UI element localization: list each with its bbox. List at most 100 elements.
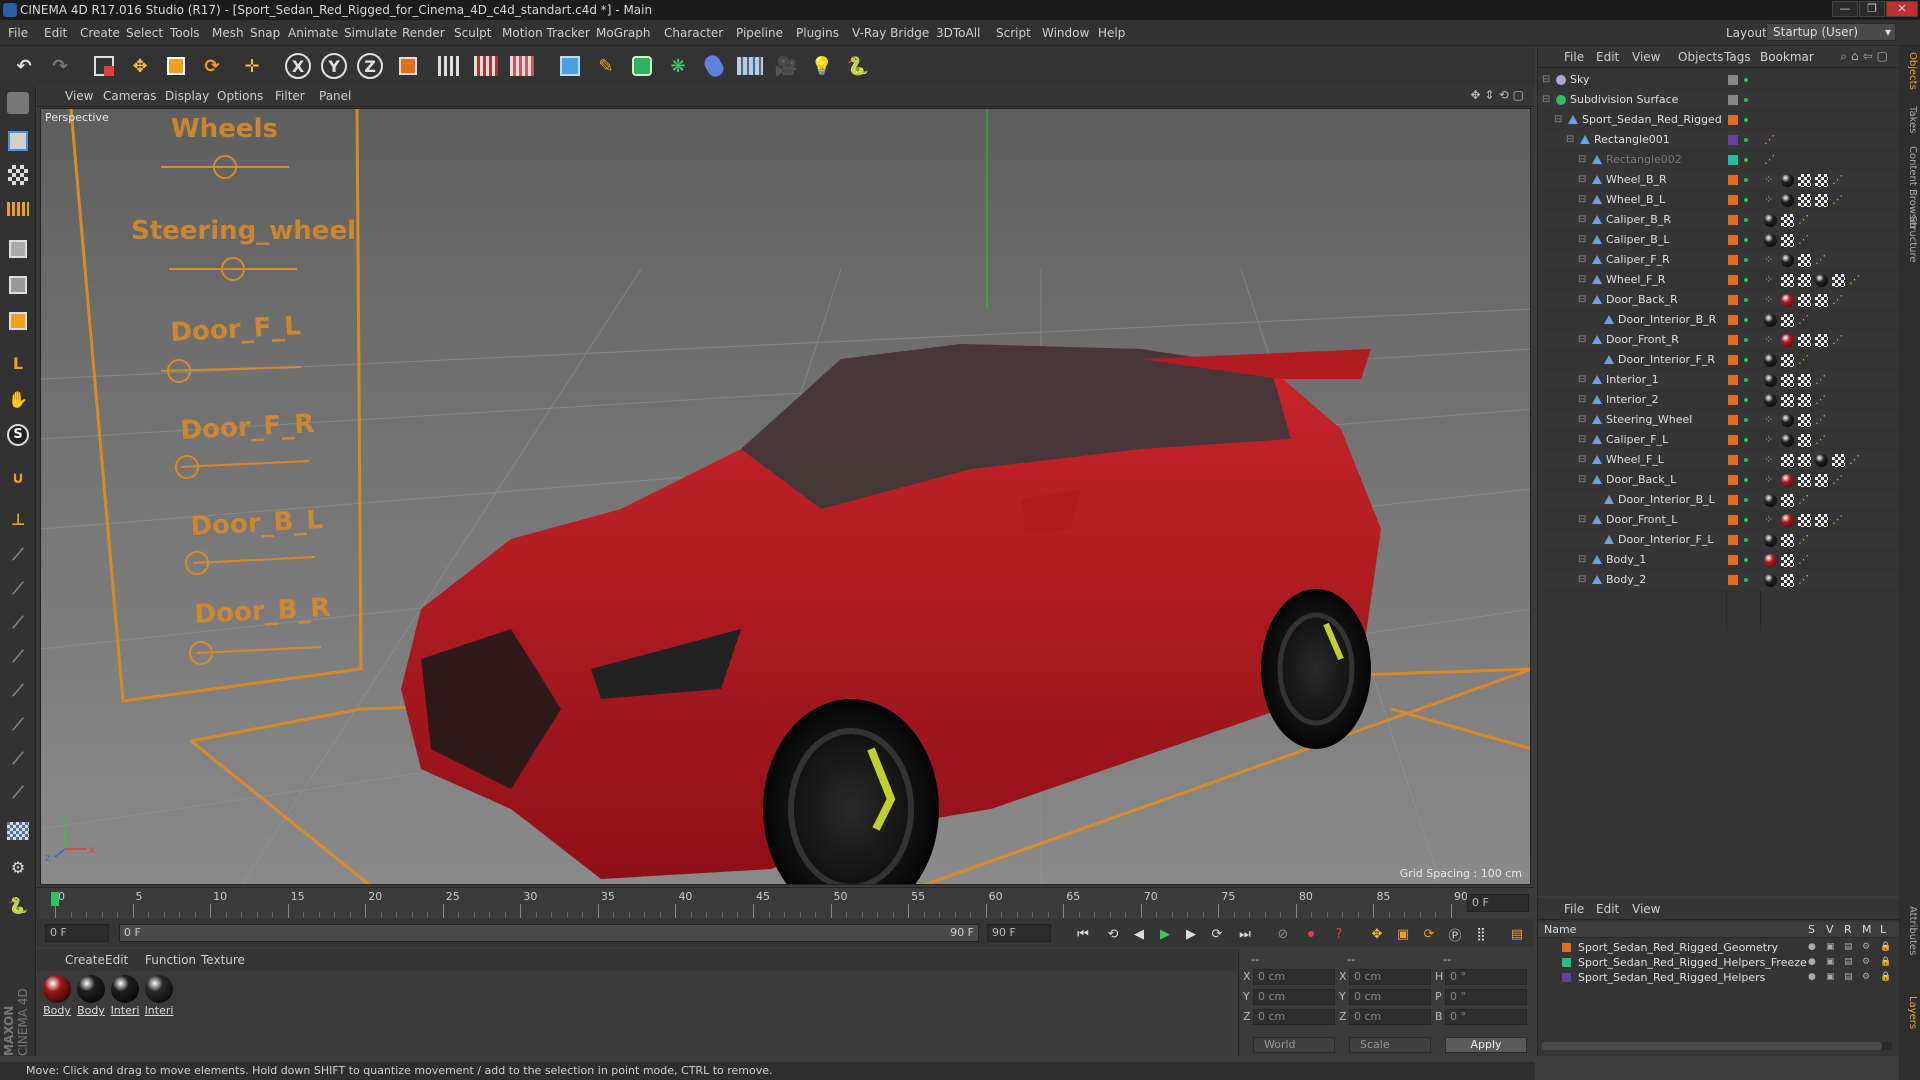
texture-tag-icon[interactable] bbox=[1798, 254, 1811, 267]
object-row[interactable]: ⊟ Caliper_B_R ⋰ bbox=[1538, 210, 1900, 230]
xpresso-tag-icon[interactable]: ⋰ bbox=[1832, 470, 1843, 490]
xpresso-tag-icon[interactable]: ⋰ bbox=[1764, 130, 1775, 150]
xpresso-tag-icon[interactable]: ⋰ bbox=[1815, 410, 1826, 430]
coords-scale-select[interactable]: Scale bbox=[1349, 1037, 1431, 1053]
maximize-button[interactable]: ❐ bbox=[1859, 1, 1885, 17]
material-tag-icon[interactable] bbox=[1781, 334, 1794, 347]
material-tag-icon[interactable] bbox=[1781, 194, 1794, 207]
layer-toggle-icon[interactable]: ▣ bbox=[1826, 940, 1835, 955]
material-item[interactable]: Interi bbox=[143, 975, 175, 1017]
texture-tag-icon[interactable] bbox=[1798, 414, 1811, 427]
layer-color-swatch[interactable] bbox=[1728, 135, 1738, 145]
expression-tag-icon[interactable]: ⁘ bbox=[1764, 270, 1773, 290]
texture-tag-icon[interactable] bbox=[1815, 474, 1828, 487]
coord-field-rot[interactable]: 0 ° bbox=[1445, 969, 1527, 985]
workplane-icon[interactable] bbox=[3, 194, 33, 224]
layer-color-swatch[interactable] bbox=[1728, 255, 1738, 265]
layer-color-swatch[interactable] bbox=[1728, 415, 1738, 425]
loop-icon[interactable]: ⟳ bbox=[1207, 924, 1227, 944]
layer-color-swatch[interactable] bbox=[1728, 175, 1738, 185]
texture-tag-icon[interactable] bbox=[1781, 314, 1794, 327]
expression-tag-icon[interactable]: ⁘ bbox=[1764, 170, 1773, 190]
points-mode-icon[interactable] bbox=[3, 234, 33, 264]
layer-toggle-icon[interactable]: ⚙ bbox=[1862, 970, 1870, 985]
material-tag-icon[interactable] bbox=[1781, 414, 1794, 427]
texture-tag-icon[interactable] bbox=[1798, 394, 1811, 407]
layer-color-swatch[interactable] bbox=[1562, 958, 1571, 967]
spline-pen-icon[interactable]: ✎ bbox=[590, 50, 622, 82]
axis-y-button[interactable]: Y bbox=[318, 50, 350, 82]
expression-tag-icon[interactable]: ⁘ bbox=[1764, 250, 1773, 270]
material-tag-icon[interactable] bbox=[1764, 374, 1777, 387]
coord-field-size[interactable]: 0 cm bbox=[1349, 989, 1431, 1005]
play-icon[interactable]: ▶ bbox=[1155, 924, 1175, 944]
menu-mesh[interactable]: Mesh bbox=[212, 20, 244, 46]
layer-row[interactable]: Sport_Sedan_Red_Rigged_Helpers_Freeze ● ▣ ▤… bbox=[1538, 955, 1900, 970]
layer-toggle-icon[interactable]: ⚙ bbox=[1862, 955, 1870, 970]
layer-color-swatch[interactable] bbox=[1728, 475, 1738, 485]
object-row[interactable]: ⊟ Caliper_F_L ⁘ ⋰ bbox=[1538, 430, 1900, 450]
object-menu-bookmar[interactable]: Bookmar bbox=[1760, 50, 1814, 64]
visibility-dot[interactable] bbox=[1744, 578, 1748, 582]
expression-tag-icon[interactable]: ⁘ bbox=[1764, 190, 1773, 210]
texture-tag-icon[interactable] bbox=[1832, 454, 1845, 467]
visibility-dot[interactable] bbox=[1744, 478, 1748, 482]
visibility-dot[interactable] bbox=[1744, 218, 1748, 222]
texture-tag-icon[interactable] bbox=[1781, 494, 1794, 507]
render-view-icon[interactable] bbox=[434, 50, 466, 82]
texture-tag-icon[interactable] bbox=[1781, 454, 1794, 467]
coord-system-icon[interactable] bbox=[392, 50, 424, 82]
key-rotation-icon[interactable]: ⟳ bbox=[1419, 924, 1439, 944]
xpresso-tag-icon[interactable]: ⋰ bbox=[1798, 210, 1809, 230]
xpresso-tag-icon[interactable]: ⋰ bbox=[1798, 230, 1809, 250]
texture-tag-icon[interactable] bbox=[1781, 574, 1794, 587]
material-tag-icon[interactable] bbox=[1764, 574, 1777, 587]
visibility-dot[interactable] bbox=[1744, 138, 1748, 142]
layer-color-swatch[interactable] bbox=[1562, 943, 1571, 952]
start-frame-field[interactable]: 0 F bbox=[45, 924, 109, 942]
texture-tag-icon[interactable] bbox=[1798, 374, 1811, 387]
layer-toggle-icon[interactable]: ● bbox=[1808, 940, 1816, 955]
object-row[interactable]: ⊟ Body_1 ⋰ bbox=[1538, 550, 1900, 570]
layer-toggle-icon[interactable]: ● bbox=[1808, 955, 1816, 970]
object-row[interactable]: ⊟ Subdivision Surface bbox=[1538, 90, 1900, 110]
xpresso-tag-icon[interactable]: ⋰ bbox=[1849, 270, 1860, 290]
viewport-menu-panel[interactable]: Panel bbox=[319, 89, 351, 103]
rotate-icon[interactable]: ⟳ bbox=[196, 50, 228, 82]
material-item[interactable]: Interi bbox=[109, 975, 141, 1017]
layer-toggle-icon[interactable]: 🔒 bbox=[1880, 940, 1891, 955]
magnet-icon[interactable]: ∪ bbox=[3, 462, 33, 492]
apply-button[interactable]: Apply bbox=[1445, 1037, 1527, 1053]
layout-select[interactable]: Startup (User) ▾ bbox=[1766, 23, 1896, 41]
menu-edit[interactable]: Edit bbox=[44, 20, 67, 46]
texture-tag-icon[interactable] bbox=[1798, 174, 1811, 187]
layer-color-swatch[interactable] bbox=[1728, 115, 1738, 125]
axis-z-button[interactable]: Z bbox=[354, 50, 386, 82]
light-icon[interactable]: 💡 bbox=[806, 50, 838, 82]
key-position-icon[interactable]: ✥ bbox=[1367, 924, 1387, 944]
key-parameter-icon[interactable]: Ⓟ bbox=[1445, 924, 1465, 944]
go-to-end-icon[interactable]: ⏭ bbox=[1235, 924, 1255, 944]
timeline[interactable]: 0 5 10 15 20 25 30 35 40 45 50 55 60 65 70 75 80 85 90 0 F bbox=[37, 887, 1534, 919]
visibility-dot[interactable] bbox=[1744, 558, 1748, 562]
layer-menu-edit[interactable]: Edit bbox=[1596, 902, 1619, 916]
xpresso-tag-icon[interactable]: ⋰ bbox=[1798, 310, 1809, 330]
layer-toggle-icon[interactable]: ⚙ bbox=[1862, 940, 1870, 955]
object-row[interactable]: ⊟ Caliper_F_R ⁘ ⋰ bbox=[1538, 250, 1900, 270]
texture-tag-icon[interactable] bbox=[1781, 214, 1794, 227]
object-row[interactable]: Door_Interior_B_R ⋰ bbox=[1538, 310, 1900, 330]
layer-row[interactable]: Sport_Sedan_Red_Rigged_Geometry ● ▣ ▤ ⚙ 🔒 bbox=[1538, 940, 1900, 955]
motion-path-icon[interactable]: ⊘ bbox=[1273, 924, 1293, 944]
visibility-dot[interactable] bbox=[1744, 398, 1748, 402]
visibility-dot[interactable] bbox=[1744, 258, 1748, 262]
layer-toggle-icon[interactable]: ▤ bbox=[1844, 955, 1853, 970]
material-menu-function[interactable]: Function bbox=[145, 953, 196, 967]
material-tag-icon[interactable] bbox=[1781, 174, 1794, 187]
visibility-dot[interactable] bbox=[1744, 298, 1748, 302]
material-tag-icon[interactable] bbox=[1781, 434, 1794, 447]
object-row[interactable]: ⊟ Door_Front_R ⁘ ⋰ bbox=[1538, 330, 1900, 350]
object-row[interactable]: ⊟ Rectangle002 ⋰ bbox=[1538, 150, 1900, 170]
object-row[interactable]: ⊟ Interior_2 ⋰ bbox=[1538, 390, 1900, 410]
object-row[interactable]: Door_Interior_B_L ⋰ bbox=[1538, 490, 1900, 510]
brush-icon-1[interactable]: ⟋ bbox=[3, 540, 33, 570]
